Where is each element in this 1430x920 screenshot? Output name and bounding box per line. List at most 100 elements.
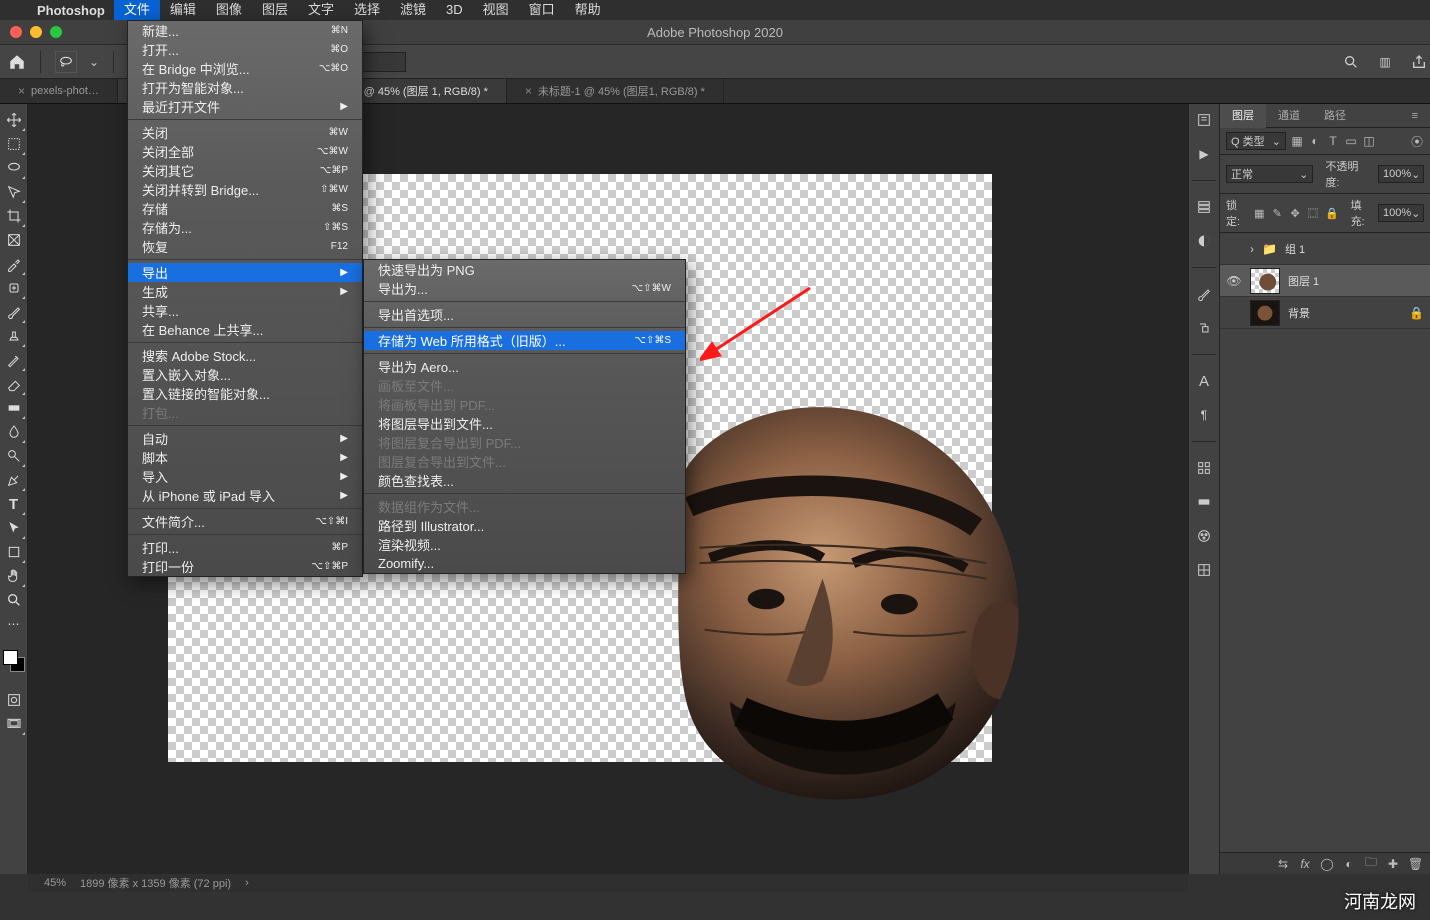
menu-item[interactable]: 共享... xyxy=(128,301,362,320)
filter-shape-icon[interactable]: ▭ xyxy=(1344,134,1358,148)
menu-item[interactable]: 关闭全部⌥⌘W xyxy=(128,142,362,161)
properties-panel-icon[interactable] xyxy=(1194,110,1214,130)
clone-stamp-tool-icon[interactable] xyxy=(2,324,26,348)
healing-brush-tool-icon[interactable] xyxy=(2,276,26,300)
menu-item[interactable]: 在 Behance 上共享... xyxy=(128,320,362,339)
menu-item[interactable]: 关闭⌘W xyxy=(128,123,362,142)
menu-item[interactable]: 文件简介...⌥⇧⌘I xyxy=(128,512,362,531)
shape-tool-icon[interactable] xyxy=(2,540,26,564)
menu-item[interactable]: 将图层导出到文件... xyxy=(364,414,685,433)
window-close[interactable] xyxy=(10,26,22,38)
menu-item[interactable]: 生成▶ xyxy=(128,282,362,301)
filter-type-icon[interactable]: T xyxy=(1326,134,1340,148)
menubar-item[interactable]: 图像 xyxy=(206,0,252,20)
lock-icon[interactable]: 🔒 xyxy=(1409,306,1424,320)
eraser-tool-icon[interactable] xyxy=(2,372,26,396)
menu-item[interactable]: 打开...⌘O xyxy=(128,40,362,59)
layer-thumbnail[interactable] xyxy=(1250,268,1280,294)
menu-item[interactable]: Zoomify... xyxy=(364,554,685,573)
clone-source-panel-icon[interactable] xyxy=(1194,318,1214,338)
menu-item[interactable]: 打印...⌘P xyxy=(128,538,362,557)
link-layers-icon[interactable]: ⇆ xyxy=(1276,857,1290,871)
menu-item[interactable]: 恢复F12 xyxy=(128,237,362,256)
move-tool-icon[interactable] xyxy=(2,108,26,132)
menu-item[interactable]: 导出首选项... xyxy=(364,305,685,324)
menu-item[interactable]: 关闭其它⌥⌘P xyxy=(128,161,362,180)
menubar-item[interactable]: 帮助 xyxy=(565,0,611,20)
tool-preset-chevron[interactable]: ⌄ xyxy=(89,55,99,69)
menu-item[interactable]: 置入嵌入对象... xyxy=(128,365,362,384)
menubar-item[interactable]: 滤镜 xyxy=(390,0,436,20)
tab-close-icon[interactable]: × xyxy=(18,84,25,98)
marquee-tool-icon[interactable] xyxy=(2,132,26,156)
menu-item[interactable]: 导出为...⌥⇧⌘W xyxy=(364,279,685,298)
menu-item[interactable]: 渲染视频... xyxy=(364,535,685,554)
menubar-item[interactable]: 视图 xyxy=(473,0,519,20)
menu-item[interactable]: 打印一份⌥⇧⌘P xyxy=(128,557,362,576)
adjustments-panel-icon[interactable] xyxy=(1194,231,1214,251)
color-panel-icon[interactable] xyxy=(1194,526,1214,546)
document-tab[interactable]: ×pexels-phot… xyxy=(0,79,118,103)
lock-paint-icon[interactable]: ✎ xyxy=(1271,207,1283,220)
menubar-item[interactable]: 文件 xyxy=(114,0,160,20)
search-icon[interactable] xyxy=(1340,51,1362,73)
frame-tool-icon[interactable] xyxy=(2,228,26,252)
new-layer-icon[interactable]: ✚ xyxy=(1386,857,1400,871)
status-chevron-icon[interactable]: › xyxy=(245,877,249,889)
menu-item[interactable]: 存储为...⇧⌘S xyxy=(128,218,362,237)
layer-fx-icon[interactable]: fx xyxy=(1298,857,1312,871)
tab-close-icon[interactable]: × xyxy=(525,84,532,98)
layer-name[interactable]: 组 1 xyxy=(1285,241,1424,257)
blend-mode-select[interactable]: 正常⌄ xyxy=(1226,165,1313,183)
opacity-input[interactable]: 100%⌄ xyxy=(1378,165,1424,183)
workspace-icon[interactable]: ▥ xyxy=(1374,51,1396,73)
lasso-tool-icon[interactable] xyxy=(2,156,26,180)
fill-input[interactable]: 100%⌄ xyxy=(1378,204,1424,222)
filter-toggle-icon[interactable]: ⦿ xyxy=(1410,133,1424,150)
eyedropper-tool-icon[interactable] xyxy=(2,252,26,276)
menu-item[interactable]: 存储⌘S xyxy=(128,199,362,218)
screenmode-icon[interactable] xyxy=(2,712,26,736)
menu-item[interactable]: 最近打开文件▶ xyxy=(128,97,362,116)
filter-pixel-icon[interactable]: ▦ xyxy=(1290,134,1304,148)
menu-item[interactable]: 存储为 Web 所用格式（旧版）...⌥⇧⌘S xyxy=(364,331,685,350)
menu-item[interactable]: 自动▶ xyxy=(128,429,362,448)
swatches-panel-icon[interactable] xyxy=(1194,458,1214,478)
app-name[interactable]: Photoshop xyxy=(28,3,114,18)
menu-item[interactable]: 路径到 Illustrator... xyxy=(364,516,685,535)
layer-row-group[interactable]: › 📁 组 1 xyxy=(1220,233,1430,265)
actions-panel-icon[interactable]: ▶ xyxy=(1194,144,1214,164)
history-panel-icon[interactable] xyxy=(1194,197,1214,217)
brushes-panel-icon[interactable] xyxy=(1194,284,1214,304)
zoom-readout[interactable]: 45% xyxy=(44,877,66,889)
lock-position-icon[interactable]: ✥ xyxy=(1289,207,1301,220)
menu-item[interactable]: 置入链接的智能对象... xyxy=(128,384,362,403)
layers-tab[interactable]: 图层 xyxy=(1220,104,1266,128)
window-zoom[interactable] xyxy=(50,26,62,38)
menubar-item[interactable]: 选择 xyxy=(344,0,390,20)
home-icon[interactable] xyxy=(8,53,26,70)
zoom-tool-icon[interactable] xyxy=(2,588,26,612)
menu-item[interactable]: 关闭并转到 Bridge...⇧⌘W xyxy=(128,180,362,199)
active-tool-icon[interactable] xyxy=(55,51,77,73)
history-brush-tool-icon[interactable] xyxy=(2,348,26,372)
delete-layer-icon[interactable]: 🗑 xyxy=(1408,857,1422,871)
gradients-panel-icon[interactable] xyxy=(1194,492,1214,512)
path-select-tool-icon[interactable] xyxy=(2,516,26,540)
character-panel-icon[interactable]: A xyxy=(1194,371,1214,391)
patterns-panel-icon[interactable] xyxy=(1194,560,1214,580)
menubar-item[interactable]: 编辑 xyxy=(160,0,206,20)
menubar-item[interactable]: 图层 xyxy=(252,0,298,20)
menu-item[interactable]: 搜索 Adobe Stock... xyxy=(128,346,362,365)
pen-tool-icon[interactable] xyxy=(2,468,26,492)
layer-mask-icon[interactable]: ◯ xyxy=(1320,857,1334,871)
menu-item[interactable]: 颜色查找表... xyxy=(364,471,685,490)
crop-tool-icon[interactable] xyxy=(2,204,26,228)
quickmask-icon[interactable] xyxy=(2,688,26,712)
hand-tool-icon[interactable] xyxy=(2,564,26,588)
menu-item[interactable]: 从 iPhone 或 iPad 导入▶ xyxy=(128,486,362,505)
export-submenu[interactable]: 快速导出为 PNG导出为...⌥⇧⌘W 导出首选项... 存储为 Web 所用格式（… xyxy=(363,259,686,574)
window-minimize[interactable] xyxy=(30,26,42,38)
quick-select-tool-icon[interactable] xyxy=(2,180,26,204)
menu-item[interactable]: 快速导出为 PNG xyxy=(364,260,685,279)
